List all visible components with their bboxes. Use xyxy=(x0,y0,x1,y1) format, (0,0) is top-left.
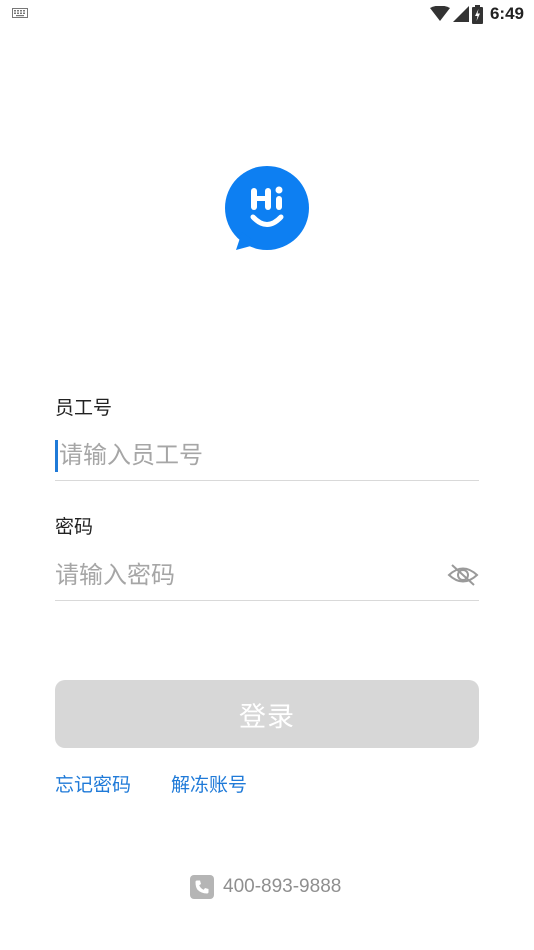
phone-number: 400-893-9888 xyxy=(223,876,342,897)
password-row xyxy=(55,552,479,601)
forgot-password-link[interactable]: 忘记密码 xyxy=(55,770,131,797)
login-button[interactable]: 登录 xyxy=(55,680,479,748)
status-time: 6:49 xyxy=(489,4,524,23)
password-label: 密码 xyxy=(55,516,94,538)
battery-charging-icon xyxy=(471,4,483,24)
employee-id-input[interactable] xyxy=(59,432,439,478)
unfreeze-account-link[interactable]: 解冻账号 xyxy=(171,770,247,797)
employee-id-row xyxy=(55,432,479,481)
eye-hidden-icon[interactable] xyxy=(447,562,479,588)
keyboard-icon xyxy=(12,8,28,18)
wifi-icon xyxy=(429,6,450,21)
text-cursor xyxy=(55,440,58,472)
phone-icon xyxy=(190,875,214,899)
status-icons: 6:49 xyxy=(429,3,524,25)
support-phone[interactable]: 400-893-9888 xyxy=(190,873,341,901)
hi-logo-icon xyxy=(225,166,309,250)
employee-id-label: 员工号 xyxy=(55,397,113,419)
cell-signal-icon xyxy=(452,6,469,22)
password-input[interactable] xyxy=(55,552,435,598)
status-bar: 6:49 xyxy=(0,0,534,28)
